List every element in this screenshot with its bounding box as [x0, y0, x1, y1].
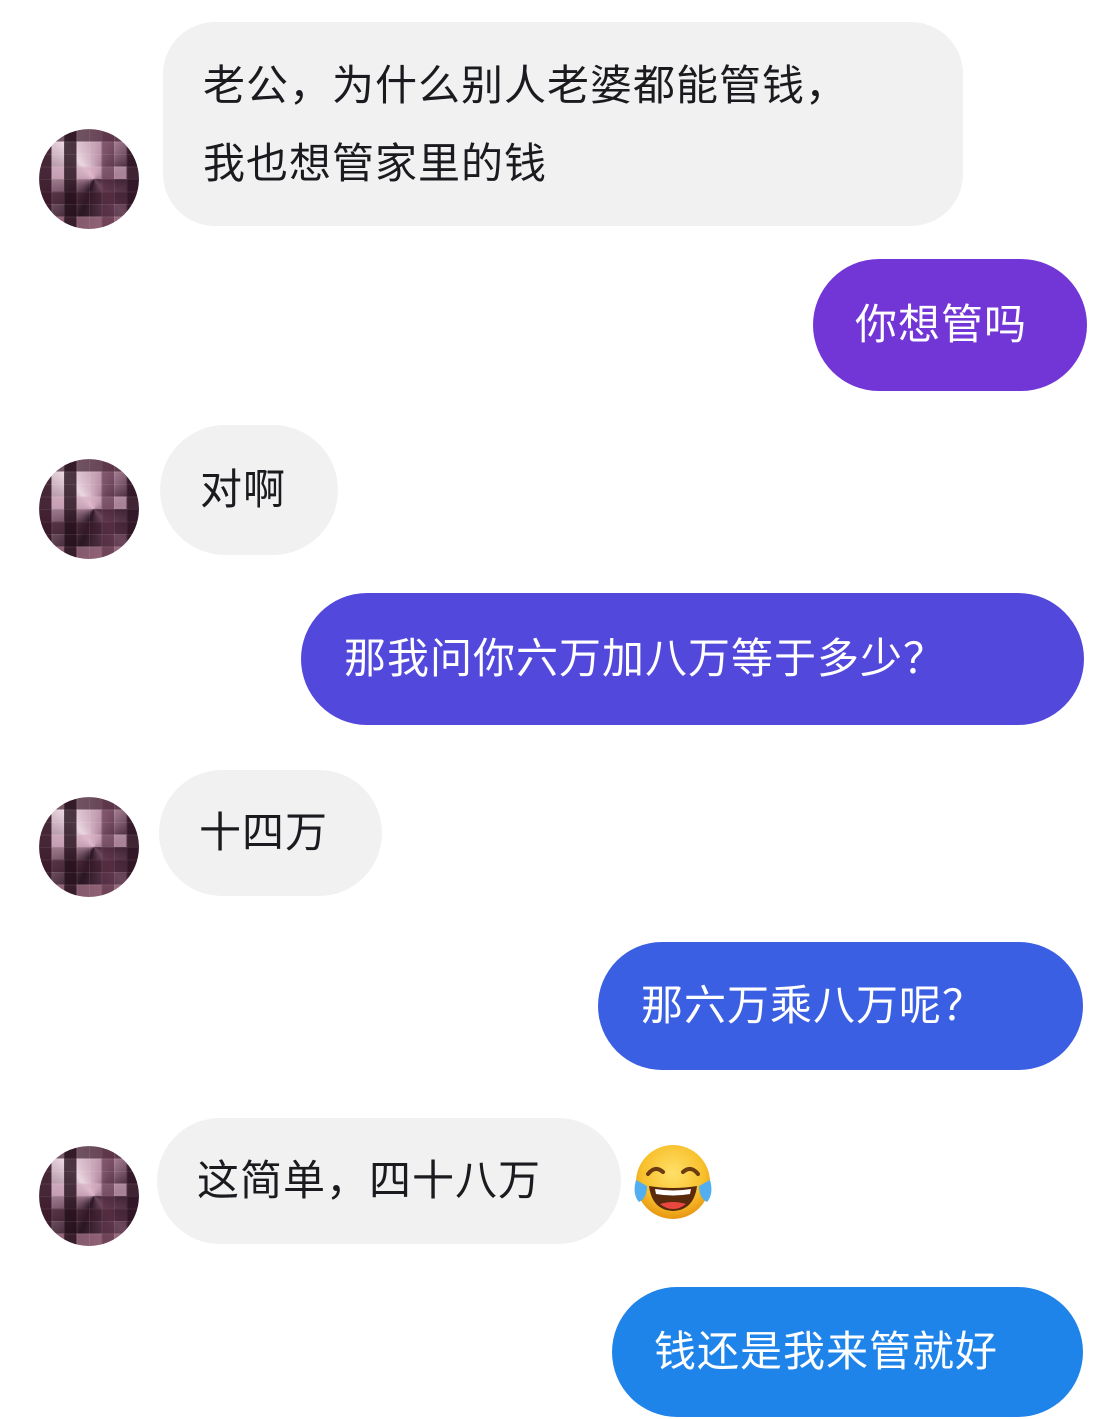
outgoing-message-bubble[interactable]: 那我问你六万加八万等于多少？ — [301, 593, 1084, 725]
incoming-message-bubble[interactable]: 十四万 — [159, 770, 382, 896]
tears-of-joy-emoji — [634, 1145, 712, 1219]
chat-thread: 老公，为什么别人老婆都能管钱， 我也想管家里的钱 你想管吗 对啊 那我问你六万加… — [0, 0, 1108, 1419]
contact-avatar[interactable] — [39, 129, 139, 229]
contact-avatar[interactable] — [39, 459, 139, 559]
outgoing-message-bubble[interactable]: 你想管吗 — [813, 259, 1087, 391]
outgoing-message-bubble[interactable]: 钱还是我来管就好 — [612, 1287, 1083, 1417]
outgoing-message-bubble[interactable]: 那六万乘八万呢？ — [598, 942, 1083, 1070]
incoming-message-bubble[interactable]: 这简单，四十八万 — [157, 1118, 621, 1244]
incoming-message-bubble[interactable]: 老公，为什么别人老婆都能管钱， 我也想管家里的钱 — [163, 22, 963, 226]
contact-avatar[interactable] — [39, 797, 139, 897]
contact-avatar[interactable] — [39, 1146, 139, 1246]
incoming-message-bubble[interactable]: 对啊 — [160, 425, 338, 555]
